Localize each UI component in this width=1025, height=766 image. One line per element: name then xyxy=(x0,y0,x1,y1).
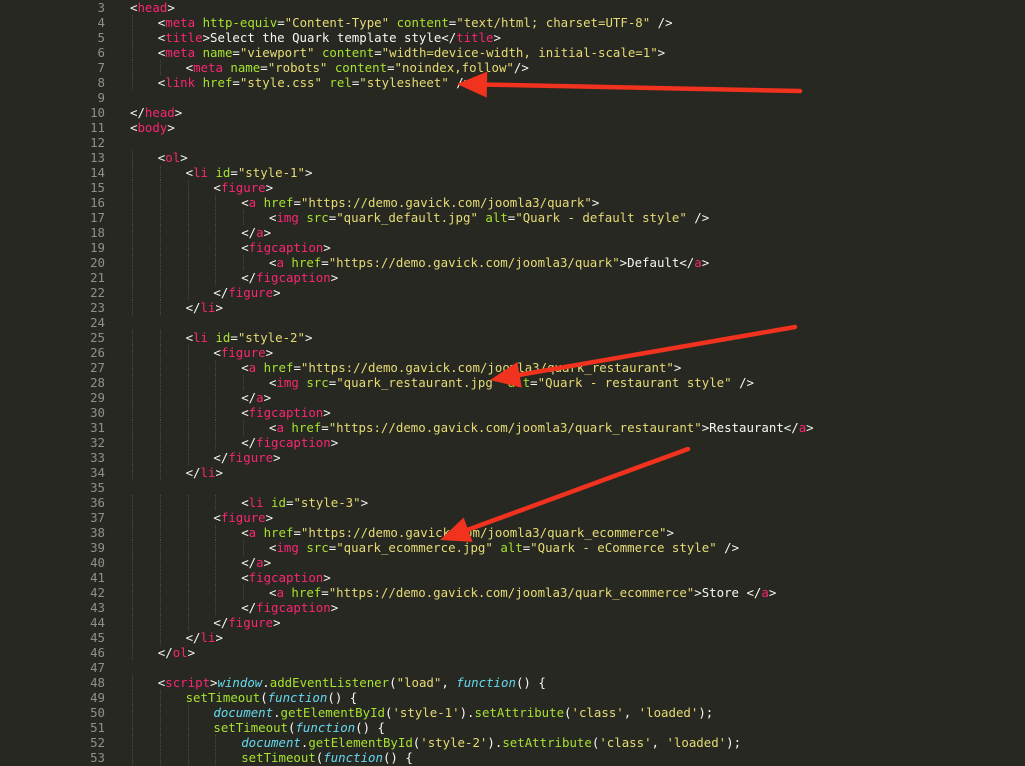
annotation-arrow-ecommerce-image xyxy=(440,446,691,542)
arrow-head xyxy=(490,362,522,388)
annotation-overlay xyxy=(440,71,803,542)
arrow-head xyxy=(457,71,488,98)
code-editor[interactable]: 3 <head> 4 <meta http-equiv="Content-Type" … xyxy=(0,0,1025,766)
annotation-arrow-restaurant-image xyxy=(490,324,798,388)
arrow-shaft xyxy=(517,324,798,378)
arrow-head xyxy=(440,517,473,542)
arrow-shaft xyxy=(484,82,803,94)
annotation-arrow-stylesheet-link xyxy=(457,71,803,98)
arrow-shaft xyxy=(465,446,691,532)
